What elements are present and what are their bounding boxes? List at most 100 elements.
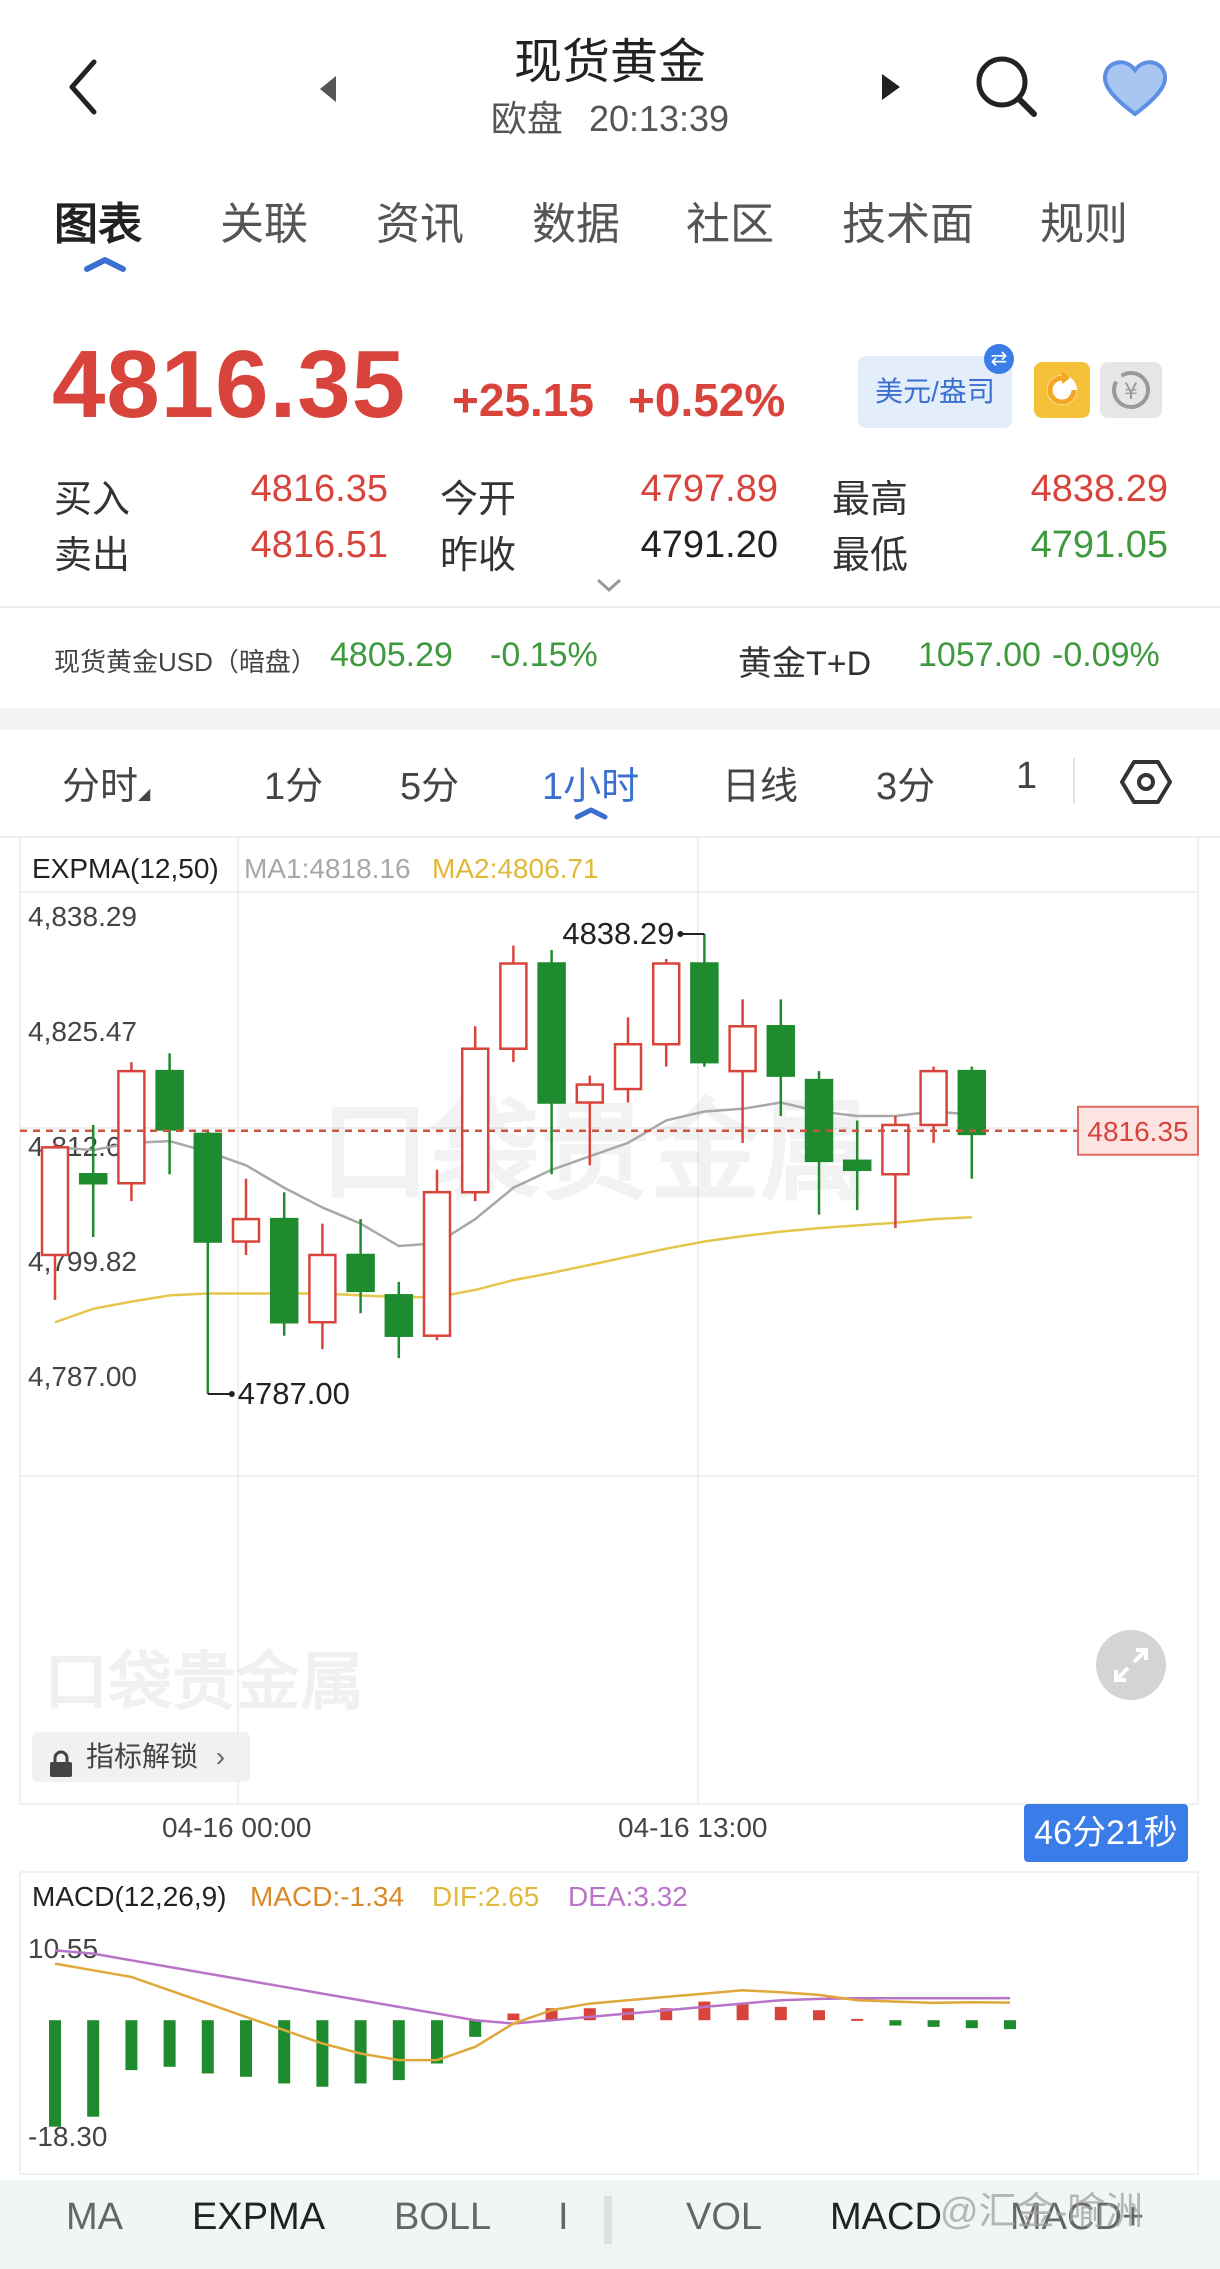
search-button[interactable]: [970, 50, 1042, 122]
period-tab-1h[interactable]: 1小时: [542, 755, 639, 810]
refresh-button[interactable]: [1034, 362, 1090, 418]
macd-bar: [316, 2020, 329, 2087]
candle: [804, 1078, 834, 1163]
tab-technical[interactable]: 技术面: [842, 188, 974, 252]
candle: [766, 1025, 796, 1077]
high-marker-label: 4838.29: [562, 916, 674, 951]
macd-bar: [774, 2006, 787, 2021]
candle: [881, 1123, 910, 1176]
indicator-tab-i[interactable]: I: [558, 2196, 569, 2239]
expand-icon: [1114, 1648, 1148, 1682]
y-tick-label: 4,838.29: [28, 901, 137, 932]
low-label: 最低: [832, 535, 909, 577]
period-tab-more[interactable]: 1: [1016, 755, 1037, 798]
candle: [460, 1047, 490, 1194]
divider: [1073, 758, 1075, 804]
current-price-label: 4816.35: [1087, 1116, 1188, 1147]
indicator-tab-boll[interactable]: BOLL: [394, 2196, 491, 2239]
dif-legend: DIF:2.65: [432, 1881, 539, 1912]
tab-data[interactable]: 数据: [532, 188, 620, 252]
ask-label: 卖出: [54, 535, 131, 577]
dea-line: [54, 1949, 1011, 2025]
chart-settings-button[interactable]: [1120, 756, 1172, 808]
candle: [651, 962, 681, 1046]
convert-button[interactable]: ¥: [1100, 362, 1162, 418]
price-change-percent: +0.52%: [628, 374, 786, 426]
small-triangle-icon: ◢: [138, 786, 151, 803]
chevron-right-icon: ›: [215, 1741, 226, 1772]
tab-related[interactable]: 关联: [220, 188, 308, 252]
period-tab-1m[interactable]: 1分: [264, 755, 323, 810]
ma2-legend: MA2:4806.71: [432, 853, 599, 884]
macd-bar: [49, 2020, 61, 2127]
last-price: 4816.35: [52, 331, 407, 438]
lock-icon: [48, 1744, 74, 1794]
section-gap: [0, 708, 1220, 730]
bid-value: 4816.35: [250, 468, 388, 510]
low-value: 4791.05: [1030, 524, 1168, 566]
candle: [575, 1083, 605, 1104]
candle: [728, 1025, 757, 1073]
macd-value-legend: MACD:-1.34: [250, 1881, 404, 1912]
candle: [919, 1069, 948, 1127]
tab-chart[interactable]: 图表: [54, 188, 142, 252]
background-logo: 口袋贵金属: [320, 1088, 870, 1216]
expma-legend: EXPMA(12,50): [32, 853, 219, 884]
dif-line: [54, 1962, 1011, 2062]
candle: [957, 1069, 987, 1136]
low-marker-dot: [228, 1391, 235, 1397]
tab-rules[interactable]: 规则: [1040, 188, 1128, 252]
indicator-tab-ma[interactable]: MA: [66, 2196, 123, 2239]
period-tab-5m[interactable]: 5分: [400, 755, 459, 810]
period-tab-3m[interactable]: 3分: [876, 755, 935, 810]
y-tick-label: 4,787.00: [28, 1361, 137, 1392]
macd-bar: [87, 2020, 100, 2117]
expand-quote-button[interactable]: [594, 576, 624, 599]
macd-bar: [392, 2020, 405, 2081]
open-value: 4797.89: [640, 468, 778, 510]
divider: [604, 2196, 612, 2244]
macd-legend: MACD(12,26,9): [32, 1881, 227, 1912]
tab-news[interactable]: 资讯: [376, 188, 464, 252]
period-tab-timeshare[interactable]: 分时◢: [62, 755, 150, 810]
related-quote-1-percent: -0.15%: [490, 636, 598, 674]
unlock-indicator-button[interactable]: 指标解锁 ›: [32, 1732, 250, 1782]
candle: [613, 1042, 643, 1091]
related-quote-2-price: 1057.00: [918, 636, 1041, 674]
tab-community[interactable]: 社区: [686, 188, 774, 252]
unlock-label: 指标解锁: [86, 1741, 199, 1772]
candle: [842, 1159, 872, 1172]
favorite-button[interactable]: [1100, 56, 1170, 120]
indicator-tab-expma[interactable]: EXPMA: [192, 2196, 325, 2239]
period-tab-daily[interactable]: 日线: [722, 755, 798, 810]
fullscreen-button[interactable]: [1096, 1630, 1166, 1700]
candle: [346, 1253, 375, 1293]
candle: [78, 1173, 108, 1185]
related-quote-2-name[interactable]: 黄金T+D: [738, 636, 871, 685]
ma2-line: [54, 1215, 972, 1324]
high-value: 4838.29: [1030, 468, 1168, 510]
refresh-icon: [1047, 371, 1077, 405]
macd-bar: [813, 2010, 825, 2021]
macd-bar: [240, 2020, 252, 2077]
indicator-tab-vol[interactable]: VOL: [686, 2196, 762, 2239]
candle: [422, 1190, 452, 1337]
indicator-tab-macd[interactable]: MACD: [830, 2196, 942, 2239]
y-tick-label: 4,825.47: [28, 1016, 137, 1047]
low-marker-label: 4787.00: [238, 1376, 350, 1411]
macd-lines: [54, 1949, 1011, 2062]
ma1-legend: MA1:4818.16: [244, 853, 411, 884]
open-label: 今开: [440, 479, 517, 521]
price-change: +25.15: [452, 374, 594, 426]
macd-bar: [1004, 2020, 1016, 2030]
candle: [537, 962, 566, 1104]
hexagon-settings-icon: [1120, 760, 1172, 804]
background-logo-small: 口袋贵金属: [44, 1646, 364, 1720]
related-quote-1-name[interactable]: 现货黄金USD（暗盘）: [54, 642, 317, 679]
macd-tick-bottom: -18.30: [28, 2121, 107, 2152]
candle: [193, 1132, 223, 1243]
price-chart[interactable]: 口袋贵金属 口袋贵金属 EXPMA(12,50) MA1:4818.16 MA2…: [0, 838, 1220, 2178]
next-instrument-button[interactable]: [876, 70, 906, 104]
macd-histogram: [49, 2001, 1016, 2127]
market-time: 20:13:39: [588, 98, 730, 139]
